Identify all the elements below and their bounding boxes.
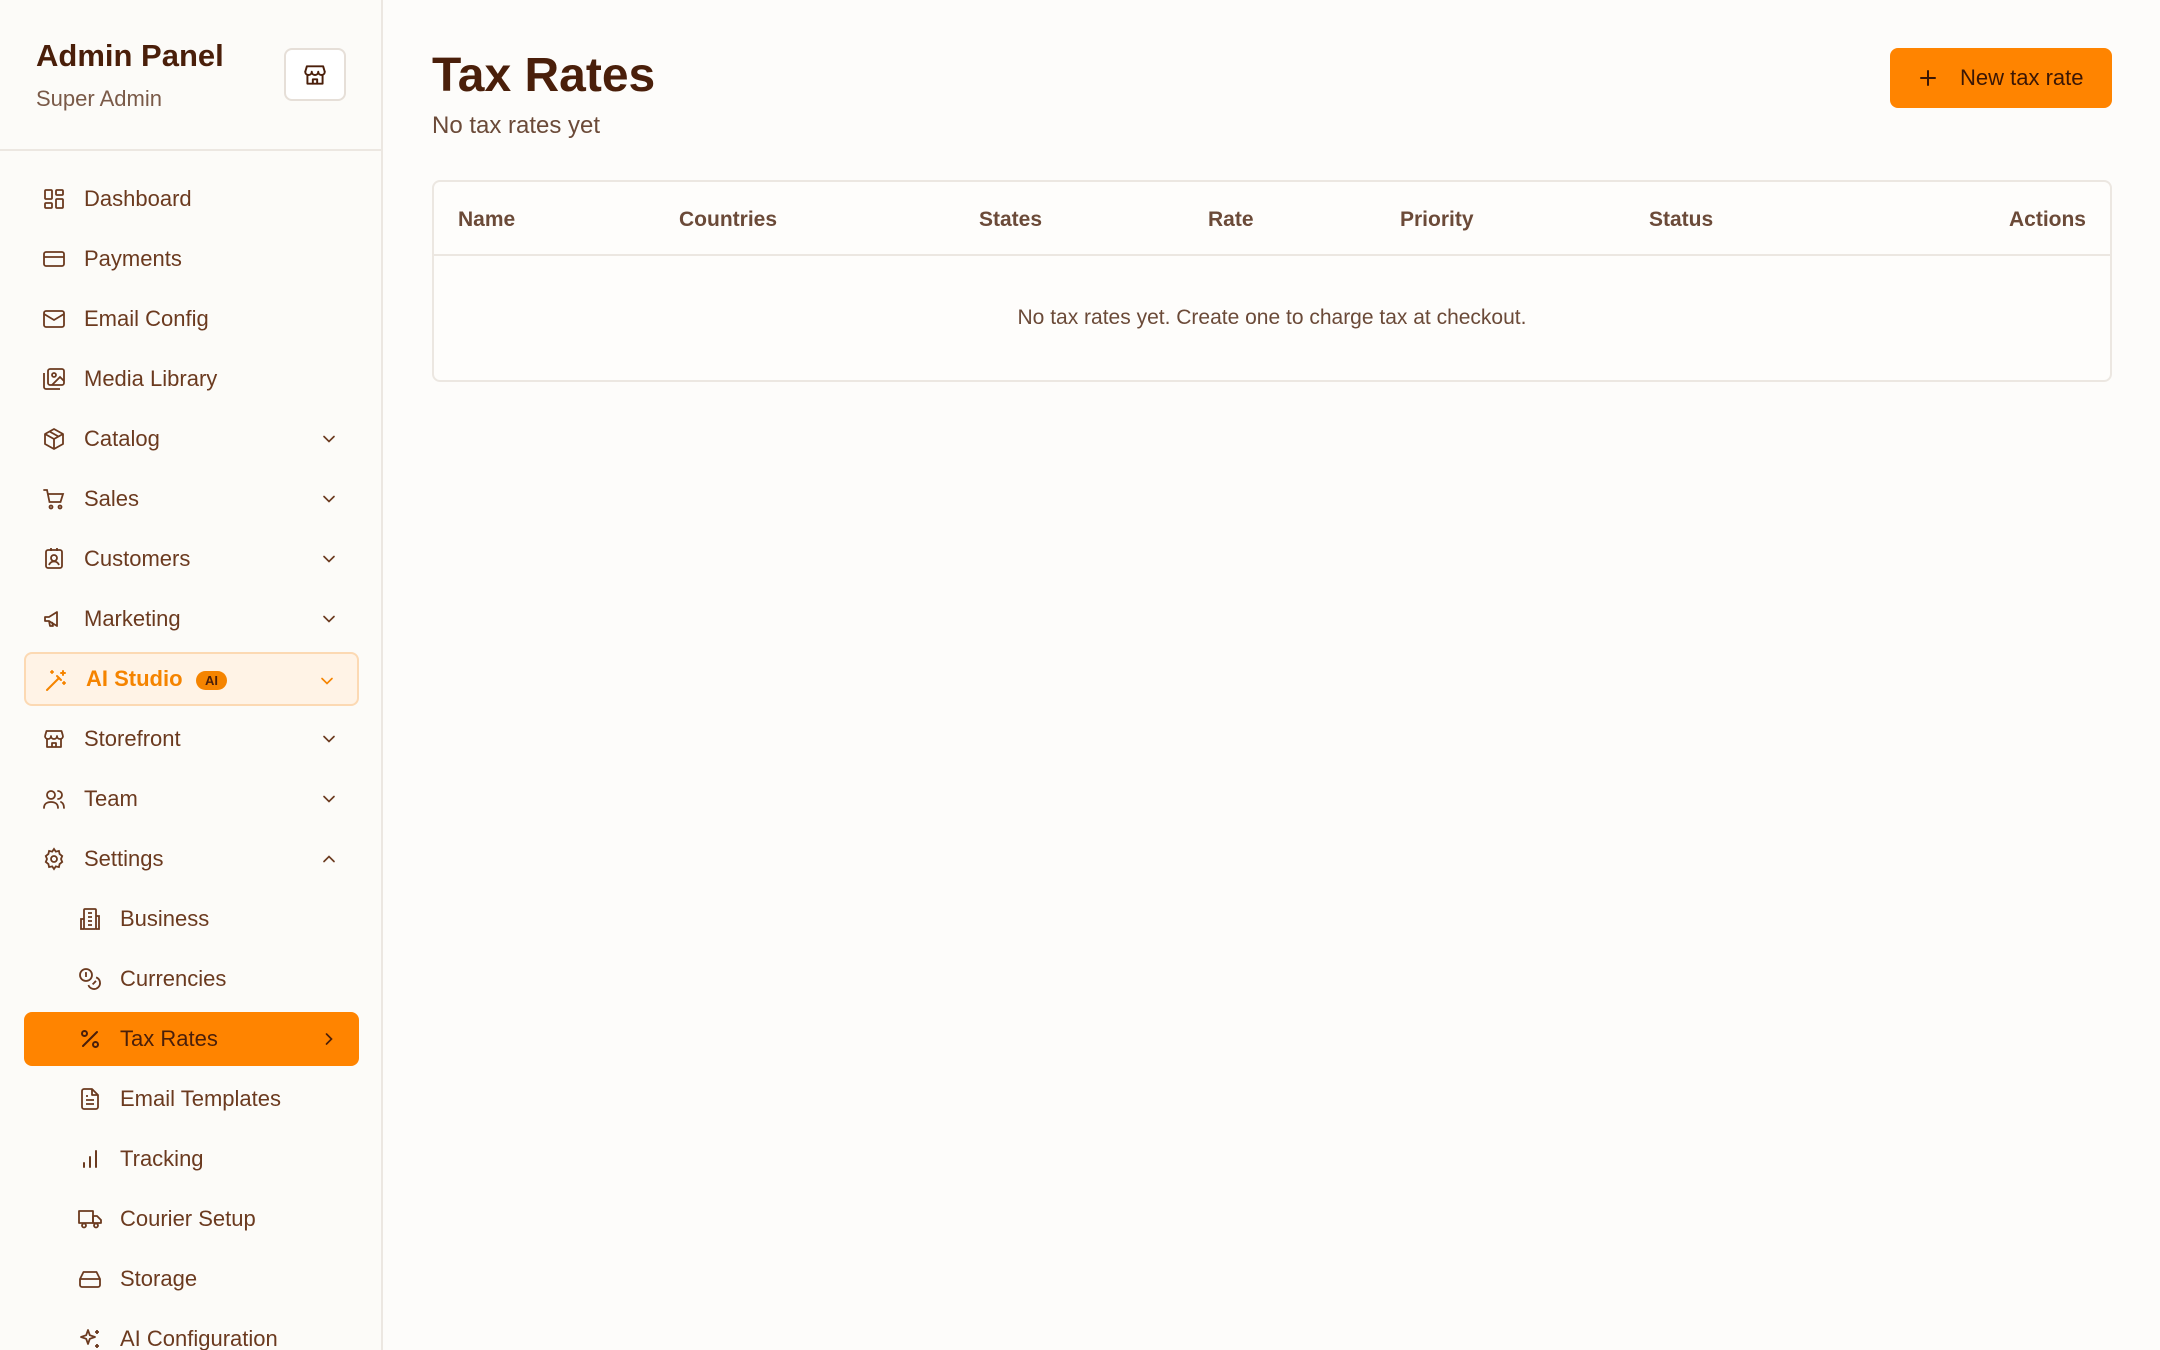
sidebar-item-currencies[interactable]: Currencies [24,952,359,1006]
sidebar-item-catalog[interactable]: Catalog [24,412,359,466]
sidebar-item-dashboard[interactable]: Dashboard [24,172,359,226]
coins-icon [78,967,102,991]
sidebar-item-ai-studio[interactable]: AI Studio AI [24,652,359,706]
sidebar-item-label: Storefront [84,726,181,751]
main-content: Tax Rates No tax rates yet New tax rate … [384,0,2160,1350]
sidebar-item-label: Team [84,786,138,811]
sidebar-item-marketing[interactable]: Marketing [24,592,359,646]
sidebar-item-label: Marketing [84,606,181,631]
sidebar-item-email-templates[interactable]: Email Templates [24,1072,359,1126]
sidebar-item-media-library[interactable]: Media Library [24,352,359,406]
sidebar-item-sales[interactable]: Sales [24,472,359,526]
sidebar-header: Admin Panel Super Admin [0,0,381,151]
page-subtitle: No tax rates yet [432,112,601,139]
chevron-right-icon [317,1027,341,1051]
app-title: Admin Panel [36,38,224,73]
store-icon [302,62,328,88]
chevron-down-icon [317,727,341,751]
chevron-down-icon [317,487,341,511]
dashboard-icon [42,187,66,211]
sidebar-item-customers[interactable]: Customers [24,532,359,586]
sidebar-item-label: Email Templates [120,1086,281,1111]
sidebar-item-label: Currencies [120,966,227,991]
sidebar-item-label: AI Studio [86,666,183,691]
user-role: Super Admin [36,86,162,111]
page-title: Tax Rates [432,49,656,102]
sidebar-item-label: Catalog [84,426,160,451]
images-icon [42,367,66,391]
empty-state-message: No tax rates yet. Create one to charge t… [1017,306,1527,329]
column-header-priority[interactable]: Priority [1400,208,1474,232]
column-header-rate[interactable]: Rate [1208,208,1254,232]
building-icon [78,907,102,931]
new-tax-rate-label: New tax rate [1960,65,2084,90]
sidebar-item-payments[interactable]: Payments [24,232,359,286]
percent-icon [78,1027,102,1051]
sidebar-item-email-config[interactable]: Email Config [24,292,359,346]
chevron-down-icon [317,547,341,571]
column-header-status[interactable]: Status [1649,208,1713,232]
sidebar-item-label: Business [120,906,210,931]
sidebar-item-label: Storage [120,1266,198,1291]
sidebar-item-label: Tax Rates [120,1026,218,1051]
credit-card-icon [42,247,66,271]
view-store-button[interactable] [284,48,346,101]
users-icon [42,787,66,811]
bar-chart-icon [78,1147,102,1171]
sparkles-icon [78,1327,102,1350]
shopping-cart-icon [42,487,66,511]
sidebar-item-label: Settings [84,846,164,871]
column-header-states[interactable]: States [979,208,1042,232]
sidebar-item-team[interactable]: Team [24,772,359,826]
chevron-down-icon [317,787,341,811]
chevron-down-icon [315,669,339,693]
chevron-up-icon [317,847,341,871]
sidebar-item-label: Courier Setup [120,1206,256,1231]
hard-drive-icon [78,1267,102,1291]
sidebar-item-label: Customers [84,546,191,571]
sidebar-item-label: Tracking [120,1146,204,1171]
sidebar-item-label: Payments [84,246,182,271]
tax-rates-table: Name Countries States Rate Priority Stat… [432,180,2112,382]
sidebar-item-storefront[interactable]: Storefront [24,712,359,766]
sidebar-item-label: Media Library [84,366,218,391]
column-header-name[interactable]: Name [458,208,515,232]
column-header-countries[interactable]: Countries [679,208,777,232]
chevron-down-icon [317,427,341,451]
sidebar-item-storage[interactable]: Storage [24,1252,359,1306]
magic-wand-icon [44,669,68,693]
file-text-icon [78,1087,102,1111]
store-icon [42,727,66,751]
sidebar-nav: Dashboard Payments Email Config Media Li… [0,172,381,1350]
package-icon [42,427,66,451]
sidebar-item-label: Dashboard [84,186,192,211]
column-header-actions: Actions [2008,208,2086,231]
sidebar-item-courier-setup[interactable]: Courier Setup [24,1192,359,1246]
contact-icon [42,547,66,571]
chevron-down-icon [317,607,341,631]
sidebar-item-settings[interactable]: Settings [24,832,359,886]
sidebar-item-tax-rates[interactable]: Tax Rates [24,1012,359,1066]
sidebar-item-label: Email Config [84,306,209,331]
sidebar-item-business[interactable]: Business [24,892,359,946]
gear-icon [42,847,66,871]
new-tax-rate-button[interactable]: New tax rate [1890,48,2112,108]
plus-icon [1916,66,1940,90]
megaphone-icon [42,607,66,631]
ai-badge: AI [196,671,227,690]
sidebar-item-label: AI Configuration [120,1326,278,1350]
sidebar-item-tracking[interactable]: Tracking [24,1132,359,1186]
sidebar-item-ai-configuration[interactable]: AI Configuration [24,1312,359,1350]
table-header: Name Countries States Rate Priority Stat… [434,182,2110,256]
truck-icon [78,1207,102,1231]
sidebar-item-label: Sales [84,486,140,511]
sidebar: Admin Panel Super Admin Dashboard Paymen… [0,0,383,1350]
mail-icon [42,307,66,331]
